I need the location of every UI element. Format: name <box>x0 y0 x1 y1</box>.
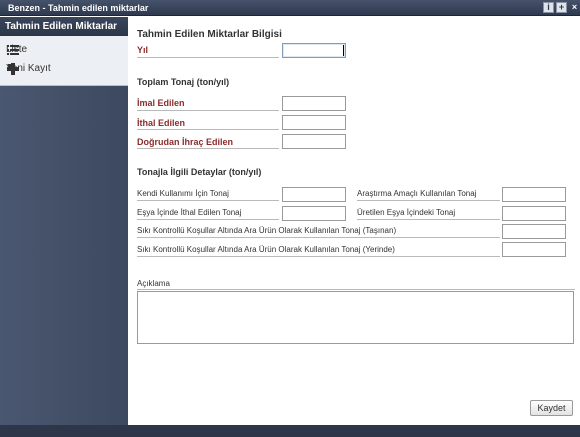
main-form: Tahmin Edilen Miktarlar Bilgisi Yıl Topl… <box>128 17 580 425</box>
esya-uretilen-label: Üretilen Eşya İçindeki Tonaj <box>357 208 456 217</box>
sidebar-item-yeni-kayit[interactable]: Yeni Kayıt <box>0 59 128 78</box>
bottom-bar <box>0 425 580 437</box>
ihrac-input[interactable] <box>282 134 346 149</box>
sidebar-menu: Liste Yeni Kayıt <box>0 36 128 86</box>
kendi-input[interactable] <box>282 187 346 202</box>
total-tonnage-title: Toplam Tonaj (ton/yıl) <box>137 77 230 87</box>
yerinde-label: Sıkı Kontrollü Koşullar Altında Ara Ürün… <box>137 245 395 254</box>
sidebar-header: Tahmin Edilen Miktarlar <box>0 17 128 36</box>
window-title: Benzen - Tahmin edilen miktarlar <box>8 3 149 13</box>
text-caret <box>343 45 344 56</box>
kendi-label: Kendi Kullanımı İçin Tonaj <box>137 189 229 198</box>
sidebar-item-label: Yeni Kayıt <box>6 63 51 74</box>
year-label: Yıl <box>137 45 149 55</box>
form-title: Tahmin Edilen Miktarlar Bilgisi <box>137 29 282 40</box>
tasinan-input[interactable] <box>502 224 566 239</box>
imal-underline <box>137 110 279 111</box>
yerinde-input[interactable] <box>502 242 566 257</box>
ihrac-underline <box>137 148 279 149</box>
yerinde-underline <box>137 256 500 257</box>
tasinan-label: Sıkı Kontrollü Koşullar Altında Ara Ürün… <box>137 226 397 235</box>
info-button[interactable]: i <box>543 2 554 13</box>
aciklama-textarea[interactable] <box>137 291 574 344</box>
imal-label: İmal Edilen <box>137 98 185 108</box>
sidebar: Tahmin Edilen Miktarlar Liste Yeni Kayıt <box>0 17 128 425</box>
arastirma-label: Araştırma Amaçlı Kullanılan Tonaj <box>357 189 477 198</box>
sidebar-item-label: Liste <box>6 44 28 55</box>
esya-ithal-label: Eşya İçinde İthal Edilen Tonaj <box>137 208 242 217</box>
arastirma-underline <box>357 200 500 201</box>
maximize-button[interactable]: + <box>556 2 567 13</box>
esya-ithal-input[interactable] <box>282 206 346 221</box>
year-underline <box>137 57 279 58</box>
imal-input[interactable] <box>282 96 346 111</box>
close-button[interactable]: × <box>569 2 580 13</box>
kendi-underline <box>137 200 279 201</box>
esya-uretilen-input[interactable] <box>502 206 566 221</box>
tasinan-underline <box>137 237 500 238</box>
ithal-input[interactable] <box>282 115 346 130</box>
year-input[interactable] <box>282 43 346 58</box>
details-title: Tonajla İlgili Detaylar (ton/yıl) <box>137 167 262 177</box>
save-button[interactable]: Kaydet <box>530 400 573 416</box>
esya-ithal-underline <box>137 219 279 220</box>
window-titlebar: Benzen - Tahmin edilen miktarlar i + × <box>0 0 580 16</box>
sidebar-item-liste[interactable]: Liste <box>0 40 128 59</box>
ithal-label: İthal Edilen <box>137 118 186 128</box>
arastirma-input[interactable] <box>502 187 566 202</box>
esya-uretilen-underline <box>357 219 500 220</box>
aciklama-underline <box>137 289 575 290</box>
ithal-underline <box>137 129 279 130</box>
aciklama-label: Açıklama <box>137 279 170 288</box>
ihrac-label: Doğrudan İhraç Edilen <box>137 137 234 147</box>
